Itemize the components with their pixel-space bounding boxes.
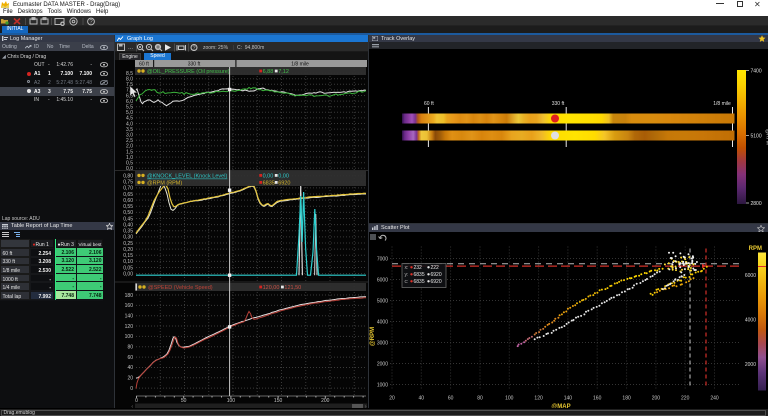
svg-text:6,88: 6,88 (263, 69, 274, 75)
svg-text:RPM: RPM (749, 246, 762, 252)
svg-text:330 ft: 330 ft (188, 62, 201, 68)
svg-text:5000: 5000 (377, 298, 388, 304)
svg-text:6835: 6835 (263, 181, 275, 187)
svg-text:0,35: 0,35 (123, 229, 133, 235)
svg-text:0,50: 0,50 (123, 210, 133, 216)
svg-text:80: 80 (127, 345, 133, 351)
svg-text:6835: 6835 (414, 279, 425, 285)
svg-text:0,05: 0,05 (123, 265, 133, 271)
svg-text:4000: 4000 (377, 319, 388, 325)
svg-text:x:: x: (405, 265, 409, 271)
svg-text:6920: 6920 (431, 279, 442, 285)
svg-text:232: 232 (414, 265, 423, 271)
svg-text:1/8 mile: 1/8 mile (291, 62, 309, 68)
svg-text:7000: 7000 (377, 256, 388, 262)
svg-text:@KNOCK_LEVEL (Knock Level): @KNOCK_LEVEL (Knock Level) (147, 174, 227, 180)
svg-text:150: 150 (274, 398, 283, 404)
svg-text:3000: 3000 (377, 340, 388, 346)
svg-text:0,55: 0,55 (123, 204, 133, 210)
svg-text:240: 240 (710, 395, 719, 401)
svg-text:@RPM: @RPM (765, 129, 768, 145)
svg-text:@OIL_PRESSURE (Oil pressure): @OIL_PRESSURE (Oil pressure) (147, 69, 230, 75)
svg-text:60: 60 (448, 395, 454, 401)
svg-text:200: 200 (652, 395, 661, 401)
svg-text:6835: 6835 (414, 272, 425, 278)
svg-text:140: 140 (125, 314, 134, 320)
svg-text:@SPEED (Vehicle Speed): @SPEED (Vehicle Speed) (148, 285, 213, 291)
svg-text:100: 100 (125, 334, 134, 340)
svg-text:40: 40 (127, 365, 133, 371)
svg-text:60 ft: 60 ft (139, 62, 149, 68)
svg-text:7,12: 7,12 (278, 69, 289, 75)
svg-text:0,40: 0,40 (123, 222, 133, 228)
svg-text:222: 222 (431, 265, 440, 271)
svg-text:y:: y: (405, 272, 409, 278)
svg-text:0,75: 0,75 (123, 180, 133, 186)
svg-text:0,45: 0,45 (123, 216, 133, 222)
svg-text:40: 40 (419, 395, 425, 401)
svg-text:0,00: 0,00 (123, 272, 133, 278)
svg-text:0,65: 0,65 (123, 192, 133, 198)
svg-text:6920: 6920 (431, 272, 442, 278)
svg-text:60 ft: 60 ft (424, 101, 434, 107)
svg-text:60: 60 (127, 355, 133, 361)
svg-text:@RPM: @RPM (370, 326, 376, 345)
svg-text:0,70: 0,70 (123, 186, 133, 192)
svg-text:180: 180 (622, 395, 631, 401)
svg-text:0: 0 (135, 398, 138, 404)
svg-text:2000: 2000 (745, 361, 756, 367)
svg-text:7400: 7400 (751, 69, 762, 75)
svg-text:?: ? (192, 46, 195, 52)
svg-text:80: 80 (477, 395, 483, 401)
svg-text:4000: 4000 (745, 317, 756, 323)
svg-text:2000: 2000 (377, 361, 388, 367)
svg-text:...: ... (128, 45, 133, 51)
svg-text:0,0: 0,0 (126, 166, 133, 172)
svg-text:0,10: 0,10 (123, 259, 133, 265)
svg-text:0,15: 0,15 (123, 253, 133, 259)
svg-text:6000: 6000 (377, 277, 388, 283)
svg-text:120: 120 (534, 395, 543, 401)
svg-text:180: 180 (125, 293, 134, 299)
svg-text:0,60: 0,60 (123, 198, 133, 204)
svg-text:100: 100 (505, 395, 514, 401)
svg-text:50: 50 (181, 398, 187, 404)
svg-text:160: 160 (593, 395, 602, 401)
svg-text:5100: 5100 (751, 134, 762, 140)
svg-text:20: 20 (389, 395, 395, 401)
svg-text:0: 0 (130, 386, 133, 392)
svg-text:@RPM (RPM): @RPM (RPM) (147, 181, 182, 187)
svg-text:140: 140 (564, 395, 573, 401)
svg-text:200: 200 (321, 398, 330, 404)
svg-text:1000: 1000 (377, 382, 388, 388)
svg-text:0,80: 0,80 (123, 173, 133, 179)
svg-text:c:: c: (405, 279, 409, 285)
svg-text:0,20: 0,20 (123, 247, 133, 253)
svg-text:0,25: 0,25 (123, 241, 133, 247)
svg-text:121,50: 121,50 (284, 285, 301, 291)
svg-text:20: 20 (127, 376, 133, 382)
svg-text:120: 120 (125, 324, 134, 330)
svg-text:0,30: 0,30 (123, 235, 133, 241)
svg-text:330 ft: 330 ft (552, 101, 565, 107)
svg-text:160: 160 (125, 303, 134, 309)
svg-text:100: 100 (227, 398, 236, 404)
svg-text:0,00: 0,00 (278, 174, 289, 180)
svg-text:2800: 2800 (751, 201, 762, 207)
svg-text:6920: 6920 (278, 181, 290, 187)
svg-text:220: 220 (681, 395, 690, 401)
svg-text:6000: 6000 (745, 272, 756, 278)
svg-text:120,00: 120,00 (263, 285, 280, 291)
svg-text:1/8 mile: 1/8 mile (713, 101, 731, 107)
svg-text:0,00: 0,00 (263, 174, 274, 180)
